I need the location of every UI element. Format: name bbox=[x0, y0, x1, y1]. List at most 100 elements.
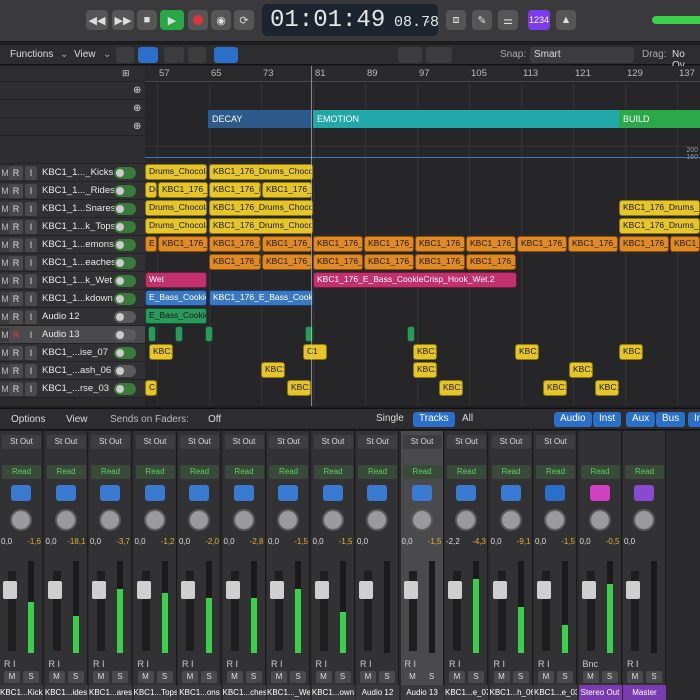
automation-button[interactable] bbox=[164, 47, 184, 63]
solo-button[interactable]: S bbox=[468, 671, 484, 683]
mixer-options-menu[interactable]: Options bbox=[11, 414, 45, 425]
rec-input-buttons[interactable]: R I bbox=[93, 659, 105, 669]
track-row[interactable]: M R I KBC1_...ash_06 bbox=[0, 362, 145, 380]
mute-button[interactable]: M bbox=[582, 671, 599, 683]
region[interactable]: C1 bbox=[145, 380, 157, 396]
pan-knob[interactable] bbox=[99, 509, 121, 531]
region[interactable]: KBC1_176_E_Bass_CookieCrisp_Hook_Wet.2 bbox=[313, 272, 517, 288]
region[interactable]: Wet bbox=[145, 272, 207, 288]
track-on-toggle[interactable] bbox=[114, 311, 136, 323]
region[interactable]: KBC1_176_Drums_Chocolat bbox=[619, 200, 700, 216]
count-in-badge[interactable]: 1234 bbox=[528, 10, 550, 30]
region[interactable]: KBC1_176_E bbox=[313, 236, 363, 252]
region[interactable]: Drums_Chocolat bbox=[145, 200, 207, 216]
mute-button[interactable]: M bbox=[315, 671, 332, 683]
automation-mode[interactable]: Read bbox=[536, 465, 575, 479]
track-on-toggle[interactable] bbox=[114, 275, 136, 287]
automation-mode[interactable]: Read bbox=[313, 465, 353, 479]
track-row[interactable]: M R I KBC1_...rse_03 bbox=[0, 380, 145, 398]
region[interactable]: KBC1_176_E bbox=[209, 254, 261, 270]
region[interactable]: KBC1 bbox=[287, 380, 311, 396]
region[interactable]: KBC1_176_E bbox=[415, 254, 465, 270]
mute-button[interactable]: M bbox=[137, 671, 154, 683]
region[interactable]: E_Bass_CookieC bbox=[145, 290, 207, 306]
bounce-label[interactable]: Bnc bbox=[583, 659, 599, 669]
pan-knob[interactable] bbox=[499, 509, 522, 531]
track-on-toggle[interactable] bbox=[114, 239, 136, 251]
track-on-toggle[interactable] bbox=[114, 203, 136, 215]
input-monitor-button[interactable]: I bbox=[25, 202, 37, 216]
marker-build[interactable]: BUILD bbox=[619, 110, 700, 128]
rec-input-buttons[interactable]: R I bbox=[316, 659, 328, 669]
record-enable-button[interactable]: R bbox=[9, 166, 23, 180]
solo-button[interactable]: S bbox=[201, 671, 217, 683]
aux-filter[interactable]: Aux bbox=[626, 412, 656, 427]
in-filter[interactable]: In bbox=[688, 412, 700, 427]
region[interactable]: C1 bbox=[303, 344, 327, 360]
volume-fader[interactable] bbox=[448, 581, 462, 599]
tracks-filter[interactable]: Tracks bbox=[413, 412, 455, 427]
add-icon[interactable]: ⊕ bbox=[133, 85, 141, 96]
sends-on-faders-value[interactable]: Off bbox=[208, 414, 221, 425]
pan-knob[interactable] bbox=[410, 509, 433, 531]
volume-fader[interactable] bbox=[136, 581, 151, 599]
audio-clip[interactable] bbox=[175, 326, 183, 342]
single-filter[interactable]: Single bbox=[370, 412, 410, 427]
region[interactable]: KBC1 bbox=[619, 344, 643, 360]
mute-button[interactable]: M bbox=[493, 671, 510, 683]
solo-button[interactable]: S bbox=[423, 671, 440, 683]
region[interactable]: KBC1 bbox=[413, 362, 437, 378]
track-row[interactable]: M R I KBC1_1...kdown bbox=[0, 290, 145, 308]
automation-mode[interactable]: Read bbox=[224, 465, 264, 479]
region[interactable]: E_Bass_CookieC bbox=[145, 308, 207, 324]
region[interactable]: KBC1_176_E bbox=[158, 236, 208, 252]
automation-mode[interactable]: Read bbox=[180, 465, 219, 479]
catch-button[interactable] bbox=[214, 47, 238, 63]
automation-mode[interactable]: Read bbox=[358, 465, 397, 479]
add-icon[interactable]: ⊕ bbox=[133, 121, 141, 132]
output-slot[interactable]: St Out bbox=[447, 435, 486, 449]
track-on-toggle[interactable] bbox=[114, 329, 136, 341]
mute-button[interactable]: M bbox=[271, 671, 287, 683]
audio-clip[interactable] bbox=[205, 326, 213, 342]
automation-mode[interactable]: Read bbox=[402, 465, 442, 479]
track-row[interactable]: M R I KBC1_1...k_Tops bbox=[0, 218, 145, 236]
automation-mode[interactable]: Read bbox=[625, 465, 664, 479]
playhead[interactable] bbox=[311, 66, 312, 406]
region[interactable]: KBC1_176_Dr bbox=[262, 182, 312, 198]
volume-fader[interactable] bbox=[225, 581, 240, 599]
record-enable-button[interactable]: R bbox=[9, 382, 23, 396]
volume-fader[interactable] bbox=[314, 581, 329, 599]
mute-button[interactable]: M bbox=[449, 671, 465, 683]
all-filter[interactable]: All bbox=[456, 412, 479, 427]
solo-button[interactable]: S bbox=[67, 671, 84, 683]
region[interactable]: Dr bbox=[145, 182, 157, 198]
mixer-view-menu[interactable]: View bbox=[66, 414, 88, 425]
track-row[interactable]: M R I KBC1_1...Snares bbox=[0, 200, 145, 218]
record-enable-button[interactable]: R bbox=[9, 220, 23, 234]
volume-fader[interactable] bbox=[581, 581, 596, 599]
input-monitor-button[interactable]: I bbox=[25, 238, 37, 252]
audio-filter[interactable]: Audio bbox=[554, 412, 592, 427]
arrange-area[interactable]: DECAYEMOTIONBUILD 200 160 Drums_Chocolat… bbox=[145, 82, 700, 406]
pan-knob[interactable] bbox=[455, 509, 477, 531]
pan-knob[interactable] bbox=[633, 509, 655, 531]
track-on-toggle[interactable] bbox=[114, 347, 136, 359]
flex-button[interactable] bbox=[188, 47, 206, 63]
bar-ruler[interactable]: 57 65 73 81 89 97 105 113 121 129 137 bbox=[145, 66, 700, 82]
pan-knob[interactable] bbox=[143, 509, 166, 531]
region[interactable]: KBC1_176_E bbox=[364, 254, 414, 270]
record-enable-button[interactable]: R bbox=[9, 310, 23, 324]
solo-button[interactable]: S bbox=[557, 671, 573, 683]
chevron-down-icon[interactable]: ⌄ bbox=[423, 13, 432, 26]
track-row[interactable]: M R I KBC1_...ise_07 bbox=[0, 344, 145, 362]
audio-clip[interactable] bbox=[148, 326, 156, 342]
rec-input-buttons[interactable]: R I bbox=[494, 659, 506, 669]
input-monitor-button[interactable]: I bbox=[25, 256, 37, 270]
region[interactable]: KBC1 bbox=[439, 380, 463, 396]
region[interactable]: KBC1_176_E bbox=[466, 254, 516, 270]
output-slot[interactable]: St Out bbox=[135, 435, 175, 449]
input-monitor-button[interactable]: I bbox=[25, 220, 37, 234]
region[interactable]: KBC1 bbox=[261, 362, 285, 378]
volume-fader[interactable] bbox=[403, 581, 418, 599]
